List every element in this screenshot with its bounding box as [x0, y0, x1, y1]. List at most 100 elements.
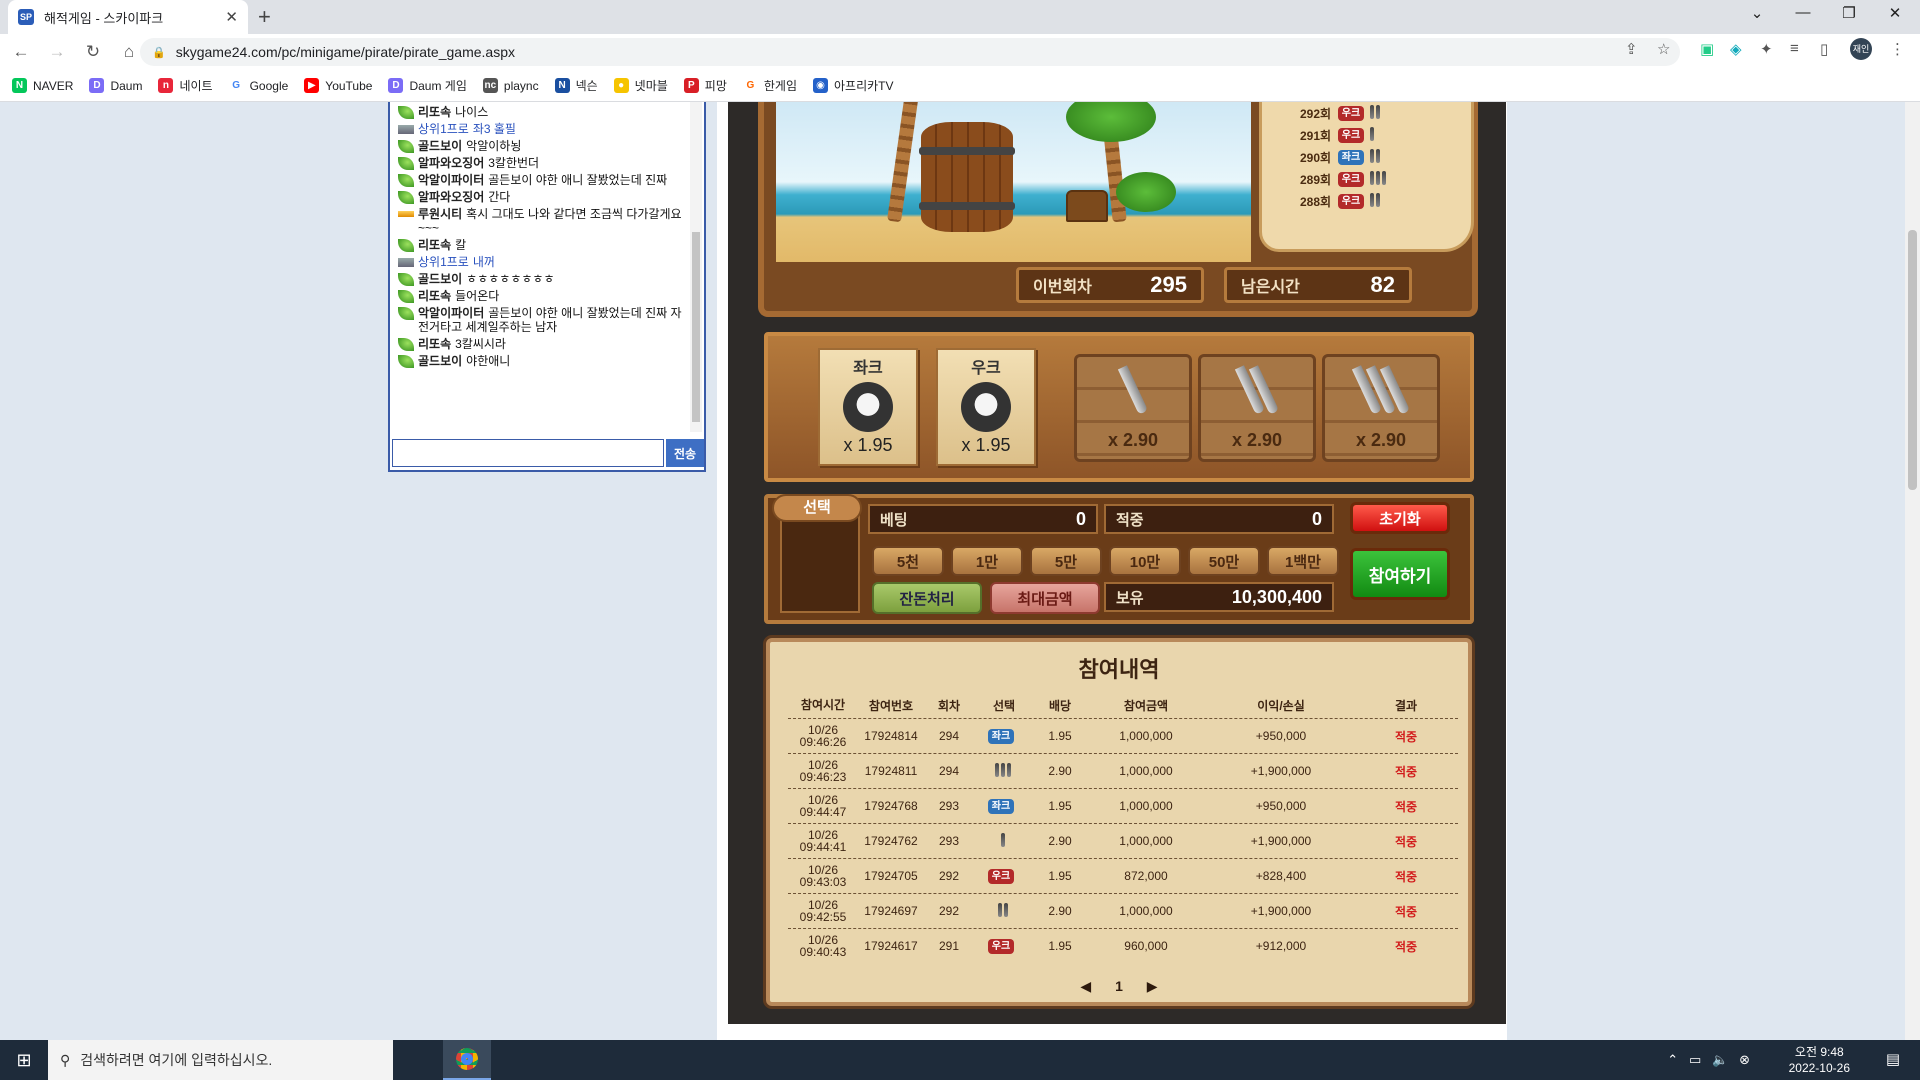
extension-icon-2[interactable]: ◈ [1730, 40, 1742, 58]
bookmark-naver[interactable]: N NAVER [12, 78, 73, 93]
result-history-item: 288회 우크 [1262, 190, 1471, 212]
chat-scrollbar[interactable] [690, 102, 702, 432]
bookmark-hangame[interactable]: G 한게임 [742, 77, 797, 94]
max-amount-button[interactable]: 최대금액 [990, 582, 1100, 614]
new-tab-button[interactable]: + [258, 4, 271, 30]
maximize-icon[interactable]: ❐ [1826, 4, 1872, 22]
chat-username[interactable]: 리또속 [418, 337, 451, 351]
user-level-icon [398, 106, 414, 119]
row-id: 17924811 [864, 764, 918, 778]
row-result: 적중 [1394, 939, 1418, 954]
bookmark-pmang[interactable]: P 피망 [683, 77, 727, 94]
chat-username[interactable]: 리또속 [418, 105, 451, 119]
row-odds: 1.95 [1048, 729, 1072, 743]
media-icon[interactable]: ≡ [1790, 40, 1799, 57]
bookmark-plaync[interactable]: nc plaync [482, 78, 539, 93]
page-scrollbar[interactable] [1905, 102, 1920, 1040]
chip-100k[interactable]: 10만 [1109, 546, 1181, 576]
tab-close-icon[interactable]: ✕ [225, 8, 238, 26]
chat-input[interactable] [392, 439, 664, 467]
profile-avatar[interactable]: 재인 [1850, 38, 1872, 60]
chat-username[interactable]: 악알이파이터 [418, 173, 484, 187]
participation-history: 참여내역 참여시간 참여번호 회차 선택 배당 참여금액 이익/손실 결과 10… [766, 638, 1472, 1006]
change-button[interactable]: 잔돈처리 [872, 582, 982, 614]
share-icon[interactable]: ⇪ [1625, 40, 1638, 58]
page-scroll-thumb[interactable] [1908, 230, 1917, 490]
chat-username[interactable]: 상위1프로 [418, 255, 469, 269]
chip-50k[interactable]: 5만 [1030, 546, 1102, 576]
chat-username[interactable]: 알파와오징어 [418, 190, 484, 204]
bookmark-youtube[interactable]: ▶ YouTube [304, 78, 372, 93]
bookmark-google[interactable]: G Google [228, 78, 288, 93]
back-icon[interactable]: ← [6, 42, 36, 62]
chat-scroll-thumb[interactable] [692, 232, 700, 422]
chat-text: 들어온다 [455, 289, 500, 303]
system-tray-icons[interactable]: ⌃ ▭ 🔈 ⊗ [1667, 1052, 1750, 1068]
history-table-header: 참여시간 참여번호 회차 선택 배당 참여금액 이익/손실 결과 [800, 698, 1418, 713]
option-three-knives[interactable]: x 2.90 [1322, 354, 1440, 462]
pirate-badge: 우크 [1338, 171, 1364, 187]
join-button[interactable]: 참여하기 [1350, 548, 1450, 600]
option-right-pirate[interactable]: 우크 x 1.95 [936, 348, 1036, 466]
chat-username[interactable]: 악알이파이터 [418, 306, 484, 320]
chat-send-button[interactable]: 전송 [666, 439, 704, 467]
site-favicon-icon: SP [18, 9, 34, 25]
chat-message: 알파와오징어 3칼한번더 [398, 156, 688, 170]
tab-search-icon[interactable]: ⌄ [1734, 4, 1780, 22]
row-result: 적중 [1394, 729, 1418, 744]
pagination: ◀ 1 ▶ [770, 978, 1468, 995]
chat-username[interactable]: 골드보이 [418, 139, 462, 153]
bookmark-nexon[interactable]: N 넥슨 [554, 77, 598, 94]
close-window-icon[interactable]: ✕ [1872, 4, 1918, 22]
chrome-taskbar-icon[interactable] [443, 1040, 491, 1080]
user-level-icon [398, 239, 414, 252]
clock[interactable]: 오전 9:48 2022-10-26 [1789, 1044, 1850, 1076]
option-left-pirate[interactable]: 좌크 x 1.95 [818, 348, 918, 466]
knife-icon [1117, 365, 1149, 415]
chat-text: 내꺼 [472, 255, 495, 269]
menu-icon[interactable]: ⋮ [1890, 40, 1905, 58]
chat-username[interactable]: 상위1프로 [418, 122, 469, 136]
prev-page-icon[interactable]: ◀ [1080, 978, 1091, 994]
bookmark-afreecatv[interactable]: ◉ 아프리카TV [813, 77, 894, 94]
chat-username[interactable]: 골드보이 [418, 354, 462, 368]
chip-5k[interactable]: 5천 [872, 546, 944, 576]
row-id: 17924617 [864, 939, 918, 953]
reset-button[interactable]: 초기화 [1350, 502, 1450, 534]
option-two-knives[interactable]: x 2.90 [1198, 354, 1316, 462]
bookmark-nate[interactable]: n 네이트 [158, 77, 213, 94]
history-row: 10/26 09:46:26 17924814 294 좌크 1.95 1,000,000 +… [788, 718, 1458, 753]
minimize-icon[interactable]: — [1780, 4, 1826, 21]
option-one-knife[interactable]: x 2.90 [1074, 354, 1192, 462]
taskbar-search[interactable]: ⚲ 검색하려면 여기에 입력하십시오. [48, 1040, 393, 1080]
betting-panel: 선택 베팅 0 적중 0 초기화 5천 1만 5만 10만 50만 1백만 참여하기… [764, 494, 1474, 624]
chat-username[interactable]: 루원시티 [418, 207, 462, 221]
pirate-skull-icon [961, 381, 1011, 432]
page-number[interactable]: 1 [1115, 978, 1123, 994]
sidepanel-icon[interactable]: ▯ [1820, 40, 1828, 58]
forward-icon[interactable]: → [42, 42, 72, 62]
chat-username[interactable]: 리또속 [418, 238, 451, 252]
tab-active[interactable]: SP 해적게임 - 스카이파크 ✕ [8, 0, 248, 34]
windows-start-icon[interactable]: ⊞ [0, 1040, 48, 1080]
bookmark-daum[interactable]: D Daum [89, 78, 142, 93]
row-result: 적중 [1394, 904, 1418, 919]
chat-message-list[interactable]: 리또속 나이스 상위1프로 좌3 홀필 골드보이 악알이하뇡 알파와오징어 3칼한번더 악알이파… [398, 102, 688, 432]
notification-icon[interactable]: ▤ [1886, 1050, 1900, 1068]
chat-username[interactable]: 알파와오징어 [418, 156, 484, 170]
address-bar[interactable]: 🔒 skygame24.com/pc/minigame/pirate/pirat… [140, 38, 1680, 66]
bookmark-daum-game[interactable]: D Daum 게임 [388, 77, 467, 94]
chat-username[interactable]: 골드보이 [418, 272, 462, 286]
next-page-icon[interactable]: ▶ [1147, 978, 1158, 994]
extension-icon[interactable]: ▣ [1700, 40, 1714, 58]
bookmark-netmarble[interactable]: ● 넷마블 [613, 77, 668, 94]
chip-500k[interactable]: 50만 [1188, 546, 1260, 576]
chip-1m[interactable]: 1백만 [1267, 546, 1339, 576]
row-odds: 1.95 [1048, 939, 1072, 953]
row-datetime: 10/26 09:42:55 [799, 898, 847, 924]
chat-username[interactable]: 리또속 [418, 289, 451, 303]
puzzle-icon[interactable]: ✦ [1760, 40, 1773, 58]
chip-10k[interactable]: 1만 [951, 546, 1023, 576]
reload-icon[interactable]: ↻ [78, 42, 108, 62]
bookmark-star-icon[interactable]: ☆ [1657, 40, 1670, 58]
